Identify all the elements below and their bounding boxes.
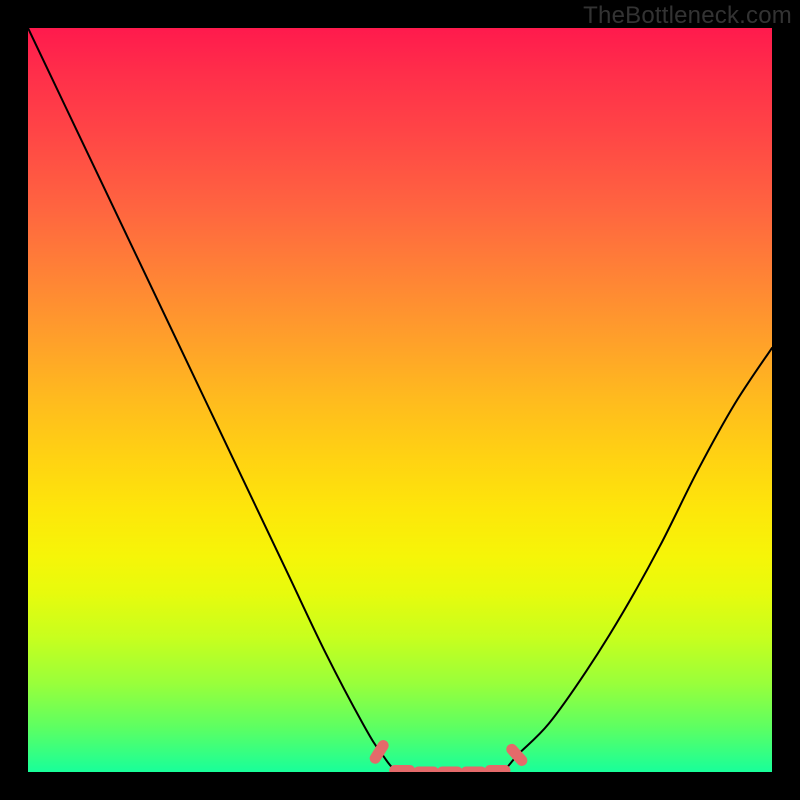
data-pill — [413, 767, 439, 773]
chart-stage: TheBottleneck.com — [0, 0, 800, 800]
data-pill — [389, 765, 415, 772]
data-pill — [461, 767, 487, 773]
curve-path — [28, 28, 772, 772]
data-pill — [437, 767, 463, 773]
data-pill — [504, 742, 530, 769]
bottleneck-curve — [28, 28, 772, 772]
data-pill — [484, 765, 510, 772]
plot-area — [28, 28, 772, 772]
data-pills — [368, 738, 530, 772]
watermark-text: TheBottleneck.com — [583, 2, 792, 30]
